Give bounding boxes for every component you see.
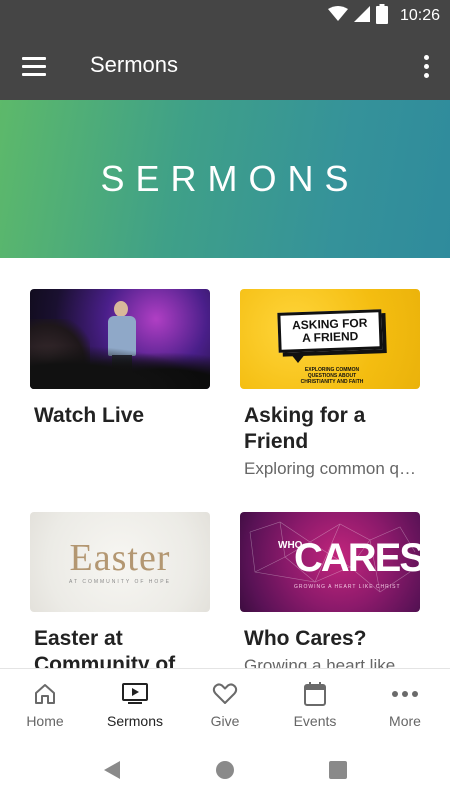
who-cares-thumbnail: WHO CARES? GROWING A HEART LIKE CHRIST xyxy=(240,512,420,612)
status-time: 10:26 xyxy=(399,7,440,24)
asking-for-a-friend-thumbnail: ASKING FOR A FRIEND EXPLORING COMMON QUE… xyxy=(240,289,420,389)
card-title: Easter at Community of xyxy=(34,627,176,668)
nav-item-more[interactable]: More xyxy=(360,669,450,738)
nav-item-sermons[interactable]: Sermons xyxy=(90,669,180,738)
sermon-card-easter[interactable]: Easter AT COMMUNITY OF HOPE Easter at Co… xyxy=(30,512,210,668)
nav-label: Events xyxy=(293,713,337,729)
thumbnail-tagline: EXPLORING COMMON QUESTIONS ABOUT CHRISTI… xyxy=(300,367,364,385)
hero-title: SERMONS xyxy=(100,158,360,199)
easter-thumbnail: Easter AT COMMUNITY OF HOPE xyxy=(30,512,210,612)
speech-bubble: ASKING FOR A FRIEND xyxy=(277,309,383,353)
status-bar: 10:26 xyxy=(0,0,450,32)
app-bar: Sermons xyxy=(0,32,450,100)
calendar-icon xyxy=(301,681,329,707)
page-title: Sermons xyxy=(90,52,179,77)
more-icon xyxy=(391,681,419,707)
nav-label: Home xyxy=(26,713,64,729)
nav-label: Sermons xyxy=(106,713,164,729)
who-vertical-text: WHO xyxy=(278,540,303,551)
card-subtitle: Exploring common q… xyxy=(244,459,416,478)
cell-signal-icon xyxy=(353,6,370,26)
battery-icon xyxy=(375,4,388,28)
home-circle-icon[interactable] xyxy=(213,758,237,782)
back-icon[interactable] xyxy=(100,758,124,782)
watch-live-thumbnail xyxy=(30,289,210,389)
easter-subline: AT COMMUNITY OF HOPE xyxy=(69,579,171,585)
overflow-menu-icon[interactable] xyxy=(416,52,436,80)
cares-wordmark: CARES? xyxy=(294,536,420,580)
nav-item-events[interactable]: Events xyxy=(270,669,360,738)
hamburger-menu-icon[interactable] xyxy=(16,50,54,82)
sermon-card-watch-live[interactable]: Watch Live xyxy=(30,289,210,429)
nav-item-give[interactable]: Give xyxy=(180,669,270,738)
cares-subline: GROWING A HEART LIKE CHRIST xyxy=(294,584,401,590)
status-icons: 10:26 xyxy=(327,0,440,32)
card-title: Watch Live xyxy=(34,404,145,427)
tv-icon xyxy=(121,681,149,707)
easter-wordmark: Easter xyxy=(69,537,171,579)
sermon-card-asking-for-a-friend[interactable]: ASKING FOR A FRIEND EXPLORING COMMON QUE… xyxy=(240,289,420,479)
system-navigation-bar xyxy=(0,738,450,800)
nav-label: More xyxy=(389,713,421,729)
nav-item-home[interactable]: Home xyxy=(0,669,90,738)
card-title: Who Cares? xyxy=(244,627,367,650)
card-title: Asking for a Friend xyxy=(244,404,366,453)
card-subtitle: Growing a heart like xyxy=(244,656,396,668)
home-icon xyxy=(31,681,59,707)
sermon-card-who-cares[interactable]: WHO CARES? GROWING A HEART LIKE CHRIST W… xyxy=(240,512,420,668)
bottom-navigation: Home Sermons Give Events More xyxy=(0,668,450,738)
sermon-grid: Watch Live ASKING FOR A FRIEND EXPLORING… xyxy=(0,258,450,668)
hero-banner: SERMONS xyxy=(0,100,450,258)
nav-label: Give xyxy=(210,713,240,729)
heart-icon xyxy=(211,681,239,707)
wifi-icon xyxy=(327,6,348,26)
recents-icon[interactable] xyxy=(326,758,350,782)
